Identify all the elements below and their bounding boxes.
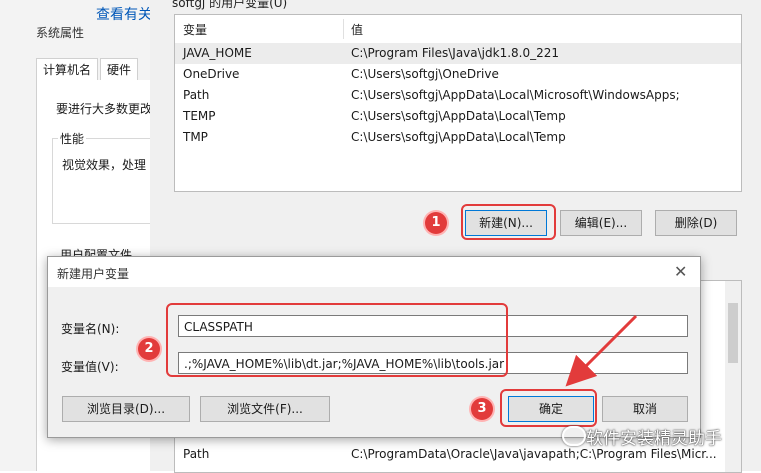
wechat-logo-icon	[562, 426, 586, 446]
arrow-annotation	[565, 314, 638, 387]
watermark-text: 软件安装精灵助手	[586, 429, 722, 449]
arrow-to-ok-icon	[565, 314, 638, 387]
